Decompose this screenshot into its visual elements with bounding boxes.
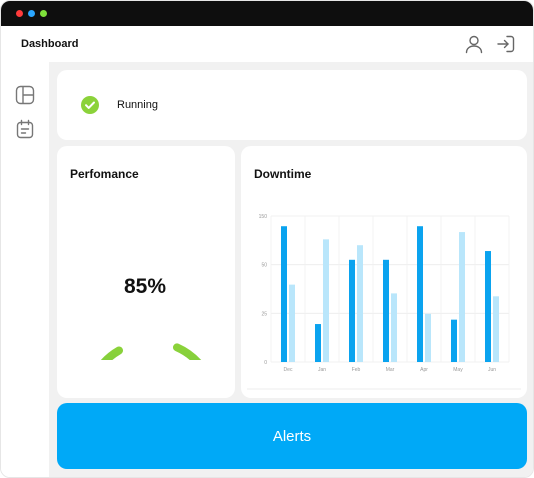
- page-title: Dashboard: [21, 38, 79, 50]
- bar: [391, 293, 397, 362]
- x-tick-label: Dec: [284, 367, 293, 373]
- bar: [315, 324, 321, 362]
- y-tick-label: 25: [261, 311, 267, 317]
- status-label: Running: [117, 99, 158, 111]
- x-tick-label: Jun: [488, 367, 496, 373]
- bar: [425, 313, 431, 362]
- user-icon[interactable]: [464, 34, 484, 54]
- bar: [493, 296, 499, 362]
- bar: [349, 259, 355, 362]
- y-tick-label: 0: [264, 360, 267, 366]
- bar: [289, 284, 295, 362]
- layout-icon[interactable]: [15, 85, 35, 105]
- performance-value: 85%: [123, 275, 167, 298]
- app-window: Dashboard Running Perfomance 85% Downtim…: [0, 0, 534, 478]
- bar: [485, 251, 491, 362]
- bar: [417, 226, 423, 362]
- x-tick-label: May: [453, 367, 463, 373]
- performance-card: Perfomance 85%: [57, 146, 235, 398]
- close-window-dot[interactable]: [16, 10, 23, 17]
- bar: [383, 259, 389, 362]
- bar: [281, 226, 287, 362]
- sign-in-icon[interactable]: [496, 34, 516, 54]
- status-card: Running: [57, 70, 527, 140]
- downtime-card: Downtime 150 50 25 0 Dec Jan Feb Mar Apr May Jun: [241, 146, 527, 398]
- x-tick-label: Jan: [318, 367, 326, 373]
- bar: [451, 319, 457, 362]
- alerts-button[interactable]: Alerts: [57, 403, 527, 469]
- downtime-chart: 150 50 25 0 Dec Jan Feb Mar Apr May Jun: [247, 214, 521, 390]
- bar: [323, 239, 329, 362]
- y-tick-label: 150: [259, 214, 268, 220]
- bar: [357, 245, 363, 362]
- gauge-arc: [100, 343, 202, 360]
- y-tick-label: 50: [261, 263, 267, 269]
- bar: [459, 232, 465, 362]
- performance-title: Perfomance: [70, 167, 139, 181]
- minimize-window-dot[interactable]: [28, 10, 35, 17]
- x-tick-label: Mar: [386, 367, 395, 373]
- app-header: Dashboard: [1, 26, 533, 62]
- maximize-window-dot[interactable]: [40, 10, 47, 17]
- main-content: Running Perfomance 85% Downtime 150 50 25 0…: [49, 62, 533, 477]
- window-titlebar: [1, 1, 533, 26]
- check-icon: [81, 96, 99, 114]
- calendar-icon[interactable]: [15, 119, 35, 139]
- sidebar: [1, 62, 49, 477]
- x-tick-label: Feb: [352, 367, 361, 373]
- x-tick-label: Apr: [420, 367, 428, 373]
